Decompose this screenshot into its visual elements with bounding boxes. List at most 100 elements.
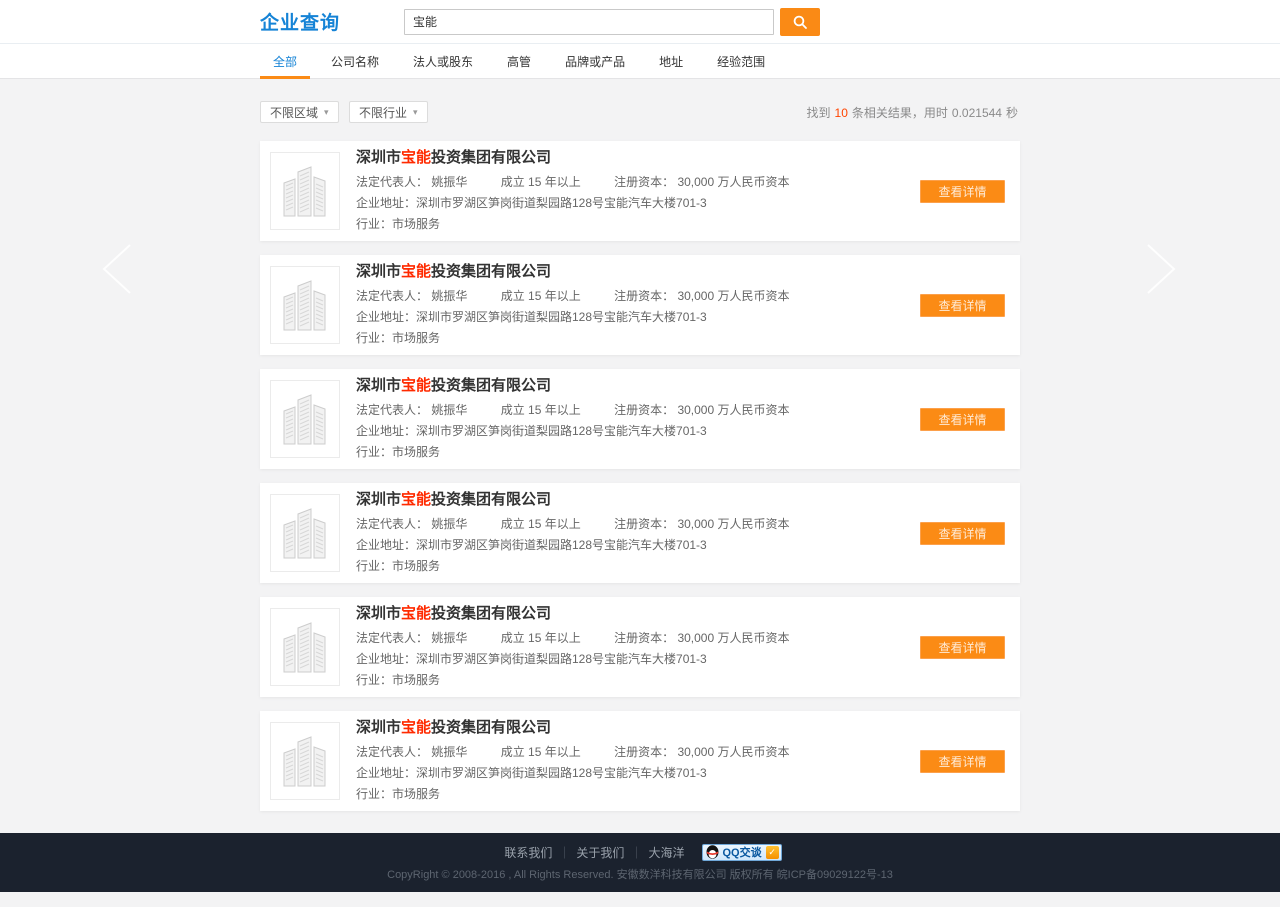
founded-value: 成立 15 年以上 [501, 403, 581, 417]
company-meta: 法定代表人： 姚振华 成立 15 年以上 注册资本： 30,000 万人民币资本 [356, 743, 920, 760]
view-details-button[interactable]: 查看详情 [920, 750, 1005, 773]
founded-value: 成立 15 年以上 [501, 631, 581, 645]
results-middle: 条相关结果，用时 [852, 106, 948, 120]
view-details-button[interactable]: 查看详情 [920, 636, 1005, 659]
company-name[interactable]: 深圳市宝能投资集团有限公司 [356, 146, 920, 167]
company-meta: 法定代表人： 姚振华 成立 15 年以上 注册资本： 30,000 万人民币资本 [356, 515, 920, 532]
carousel-left-chevron-icon[interactable] [92, 240, 148, 298]
view-details-button[interactable]: 查看详情 [920, 408, 1005, 431]
footer-link-about[interactable]: 关于我们 [576, 844, 624, 861]
company-result-card: 深圳市宝能投资集团有限公司 法定代表人： 姚振华 成立 15 年以上 注册资本：… [260, 483, 1020, 583]
building-icon [280, 504, 330, 562]
region-filter-label: 不限区域 [270, 104, 318, 121]
company-address: 企业地址：深圳市罗湖区笋岗街道梨园路128号宝能汽车大楼701-3 [356, 194, 920, 211]
search-button[interactable] [780, 8, 820, 36]
footer-separator: ｜ [630, 844, 642, 861]
company-name[interactable]: 深圳市宝能投资集团有限公司 [356, 260, 920, 281]
company-result-card: 深圳市宝能投资集团有限公司 法定代表人： 姚振华 成立 15 年以上 注册资本：… [260, 597, 1020, 697]
filters: 不限区域 ▾ 不限行业 ▾ [260, 101, 434, 123]
capital-value: 30,000 万人民币资本 [677, 289, 789, 303]
carousel-right-chevron-icon[interactable] [1130, 240, 1186, 298]
company-meta: 法定代表人： 姚振华 成立 15 年以上 注册资本： 30,000 万人民币资本 [356, 401, 920, 418]
legal-rep-label: 法定代表人： [356, 403, 428, 417]
company-industry: 行业：市场服务 [356, 329, 920, 346]
page: 企业查询 全部 公司名称 法人或股东 高管 [0, 0, 1280, 907]
company-industry: 行业：市场服务 [356, 215, 920, 232]
keyword-highlight: 宝能 [401, 263, 431, 280]
tab-item[interactable]: 经验范围 [704, 44, 778, 78]
tab-item[interactable]: 品牌或产品 [552, 44, 638, 78]
results-count: 10 [835, 106, 848, 120]
company-address: 企业地址：深圳市罗湖区笋岗街道梨园路128号宝能汽车大楼701-3 [356, 422, 920, 439]
capital-value: 30,000 万人民币资本 [677, 631, 789, 645]
capital-value: 30,000 万人民币资本 [677, 403, 789, 417]
company-address: 企业地址：深圳市罗湖区笋岗街道梨园路128号宝能汽车大楼701-3 [356, 536, 920, 553]
company-industry: 行业：市场服务 [356, 785, 920, 802]
keyword-highlight: 宝能 [401, 149, 431, 166]
region-filter-dropdown[interactable]: 不限区域 ▾ [260, 101, 339, 123]
legal-rep-value: 姚振华 [431, 631, 467, 645]
capital-label: 注册资本： [614, 745, 674, 759]
building-icon [280, 276, 330, 334]
qq-chat-button[interactable]: QQ交谈 ✓ [702, 844, 781, 861]
search-bar [404, 8, 820, 36]
company-meta: 法定代表人： 姚振华 成立 15 年以上 注册资本： 30,000 万人民币资本 [356, 287, 920, 304]
company-address: 企业地址：深圳市罗湖区笋岗街道梨园路128号宝能汽车大楼701-3 [356, 650, 920, 667]
chevron-down-icon: ▾ [413, 107, 418, 118]
tab-item[interactable]: 全部 [260, 44, 310, 78]
company-thumbnail [270, 494, 340, 572]
founded-value: 成立 15 年以上 [501, 175, 581, 189]
company-thumbnail [270, 380, 340, 458]
results-list: 深圳市宝能投资集团有限公司 法定代表人： 姚振华 成立 15 年以上 注册资本：… [260, 141, 1020, 811]
keyword-highlight: 宝能 [401, 491, 431, 508]
view-details-button[interactable]: 查看详情 [920, 180, 1005, 203]
capital-value: 30,000 万人民币资本 [677, 517, 789, 531]
footer-separator: ｜ [558, 844, 570, 861]
legal-rep-value: 姚振华 [431, 517, 467, 531]
capital-label: 注册资本： [614, 175, 674, 189]
company-meta: 法定代表人： 姚振华 成立 15 年以上 注册资本： 30,000 万人民币资本 [356, 173, 920, 190]
keyword-highlight: 宝能 [401, 605, 431, 622]
tab-item[interactable]: 法人或股东 [400, 44, 486, 78]
company-thumbnail [270, 608, 340, 686]
capital-value: 30,000 万人民币资本 [677, 175, 789, 189]
industry-filter-label: 不限行业 [359, 104, 407, 121]
main-content: 不限区域 ▾ 不限行业 ▾ 找到10条相关结果，用时0.021544秒 [260, 79, 1020, 811]
footer: 联系我们 ｜ 关于我们 ｜ 大海洋 QQ交谈 ✓ CopyRight © 200… [0, 833, 1280, 892]
capital-label: 注册资本： [614, 403, 674, 417]
tab-item[interactable]: 公司名称 [318, 44, 392, 78]
company-industry: 行业：市场服务 [356, 443, 920, 460]
industry-filter-dropdown[interactable]: 不限行业 ▾ [349, 101, 428, 123]
site-logo[interactable]: 企业查询 [260, 8, 340, 35]
view-details-button[interactable]: 查看详情 [920, 294, 1005, 317]
copyright-text: CopyRight © 2008-2016 , All Rights Reser… [387, 866, 893, 882]
company-meta: 法定代表人： 姚振华 成立 15 年以上 注册资本： 30,000 万人民币资本 [356, 629, 920, 646]
company-industry: 行业：市场服务 [356, 671, 920, 688]
tab-item[interactable]: 高管 [494, 44, 544, 78]
company-result-card: 深圳市宝能投资集团有限公司 法定代表人： 姚振华 成立 15 年以上 注册资本：… [260, 141, 1020, 241]
capital-label: 注册资本： [614, 289, 674, 303]
footer-link-dahaiyang[interactable]: 大海洋 [648, 844, 684, 861]
legal-rep-value: 姚振华 [431, 175, 467, 189]
tab-label: 经验范围 [717, 53, 765, 70]
company-thumbnail [270, 152, 340, 230]
building-icon [280, 732, 330, 790]
keyword-highlight: 宝能 [401, 719, 431, 736]
company-name[interactable]: 深圳市宝能投资集团有限公司 [356, 488, 920, 509]
results-suffix: 秒 [1006, 106, 1018, 120]
company-address: 企业地址：深圳市罗湖区笋岗街道梨园路128号宝能汽车大楼701-3 [356, 764, 920, 781]
company-industry: 行业：市场服务 [356, 557, 920, 574]
results-time: 0.021544 [952, 106, 1002, 120]
company-name[interactable]: 深圳市宝能投资集团有限公司 [356, 716, 920, 737]
tab-item[interactable]: 地址 [646, 44, 696, 78]
view-details-button[interactable]: 查看详情 [920, 522, 1005, 545]
company-name[interactable]: 深圳市宝能投资集团有限公司 [356, 374, 920, 395]
legal-rep-value: 姚振华 [431, 745, 467, 759]
company-name[interactable]: 深圳市宝能投资集团有限公司 [356, 602, 920, 623]
header: 企业查询 [0, 0, 1280, 44]
legal-rep-label: 法定代表人： [356, 289, 428, 303]
search-input[interactable] [404, 9, 774, 35]
results-summary: 找到10条相关结果，用时0.021544秒 [805, 104, 1020, 121]
footer-link-contact[interactable]: 联系我们 [504, 844, 552, 861]
company-thumbnail [270, 722, 340, 800]
